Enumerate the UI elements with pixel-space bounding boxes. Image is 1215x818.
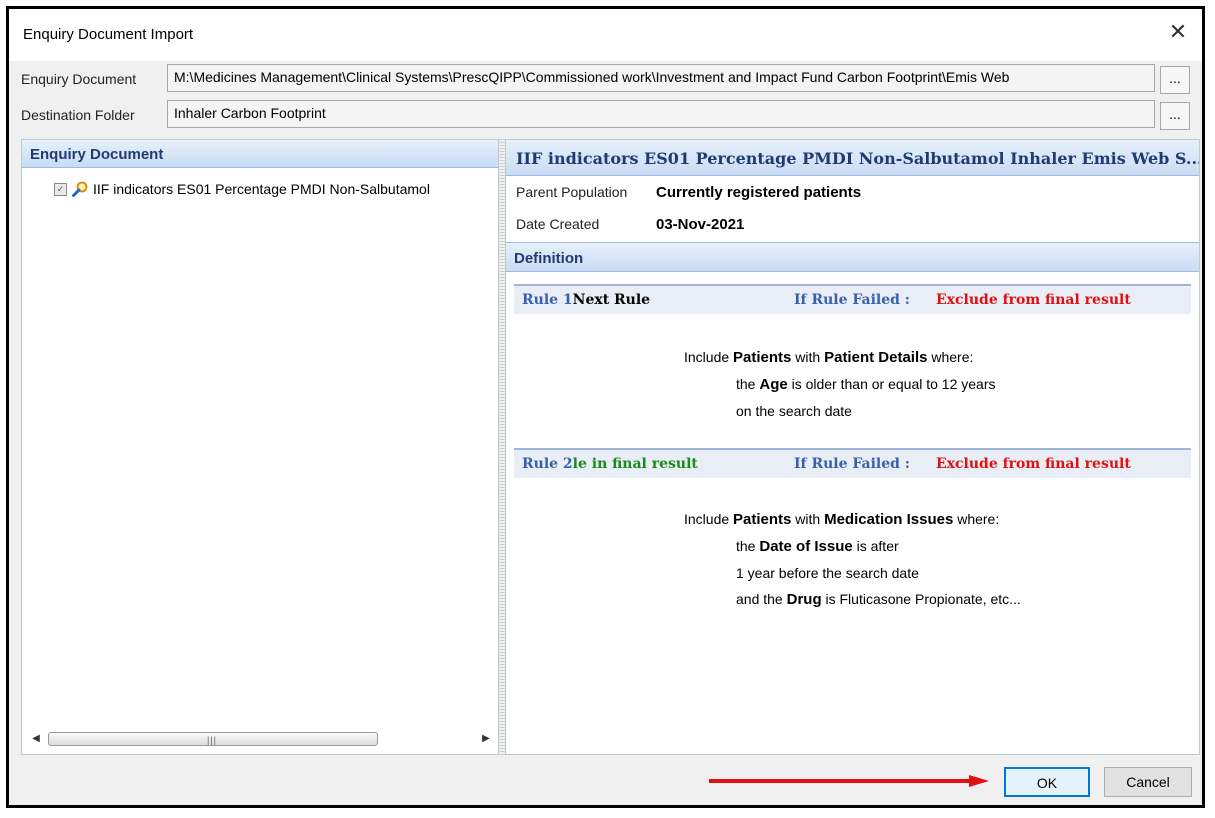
rule-2-label: Rule 2le in final result (522, 456, 698, 472)
parent-population-value: Currently registered patients (656, 184, 862, 201)
rule-2-failed-label: If Rule Failed : (794, 456, 910, 472)
document-details-pane: IIF indicators ES01 Percentage PMDI Non-… (505, 139, 1200, 755)
title-bar: Enquiry Document Import ✕ (9, 9, 1202, 61)
enquiry-browse-button[interactable]: ... (1160, 66, 1190, 94)
scroll-thumb[interactable]: ||| (48, 732, 378, 746)
scroll-right-icon[interactable]: ▶ (478, 730, 494, 748)
red-arrow-annotation (709, 775, 989, 787)
date-created-value: 03-Nov-2021 (656, 216, 745, 233)
enquiry-document-field[interactable]: M:\Medicines Management\Clinical Systems… (167, 64, 1155, 92)
enquiry-document-row: Enquiry Document M:\Medicines Management… (9, 64, 1202, 94)
cancel-button[interactable]: Cancel (1104, 767, 1192, 797)
horizontal-scrollbar[interactable]: ◀ ||| ▶ (28, 730, 494, 748)
parent-population-label: Parent Population (516, 184, 628, 200)
rule-2-text: Include Patients with Medication Issues … (684, 511, 1021, 608)
rule-1-label: Rule 1Next Rule (522, 292, 651, 308)
rule-2-action: le in final result (572, 456, 698, 472)
rule-1-failed-label: If Rule Failed : (794, 292, 910, 308)
date-created-row: Date Created 03-Nov-2021 (516, 216, 744, 233)
rule-1-failed-value: Exclude from final result (936, 292, 1131, 308)
rule-1-action: Next Rule (572, 292, 651, 308)
import-dialog: Enquiry Document Import ✕ Enquiry Docume… (6, 6, 1205, 808)
rule-2-header: Rule 2le in final result If Rule Failed … (514, 448, 1191, 478)
destination-folder-field[interactable]: Inhaler Carbon Footprint (167, 100, 1155, 128)
window-title: Enquiry Document Import (23, 26, 194, 43)
definition-header: Definition (506, 242, 1199, 272)
rule-1-header: Rule 1Next Rule If Rule Failed : Exclude… (514, 284, 1191, 314)
rule-1-text: Include Patients with Patient Details wh… (684, 349, 996, 419)
enquiry-tree-pane: Enquiry Document ✓ IIF indicators ES01 P… (21, 139, 499, 755)
destination-browse-button[interactable]: ... (1160, 102, 1190, 130)
document-title: IIF indicators ES01 Percentage PMDI Non-… (506, 140, 1199, 176)
enquiry-tree-header: Enquiry Document (22, 140, 498, 168)
button-bar: OK Cancel (9, 757, 1202, 805)
date-created-label: Date Created (516, 216, 600, 232)
ok-button[interactable]: OK (1004, 767, 1090, 797)
destination-folder-row: Destination Folder Inhaler Carbon Footpr… (9, 100, 1202, 130)
enquiry-document-label: Enquiry Document (21, 71, 137, 87)
search-document-icon (72, 181, 88, 197)
tree-item-label: IIF indicators ES01 Percentage PMDI Non-… (93, 181, 430, 197)
destination-folder-label: Destination Folder (21, 107, 135, 123)
grip-icon: ||| (207, 735, 218, 745)
tree-item-document[interactable]: ✓ IIF indicators ES01 Percentage PMDI No… (54, 180, 430, 198)
checkbox-checked-icon[interactable]: ✓ (54, 182, 67, 196)
parent-population-row: Parent Population Currently registered pa… (516, 184, 861, 201)
rule-2-failed-value: Exclude from final result (936, 456, 1131, 472)
scroll-left-icon[interactable]: ◀ (28, 730, 44, 748)
close-icon[interactable]: ✕ (1166, 21, 1190, 45)
